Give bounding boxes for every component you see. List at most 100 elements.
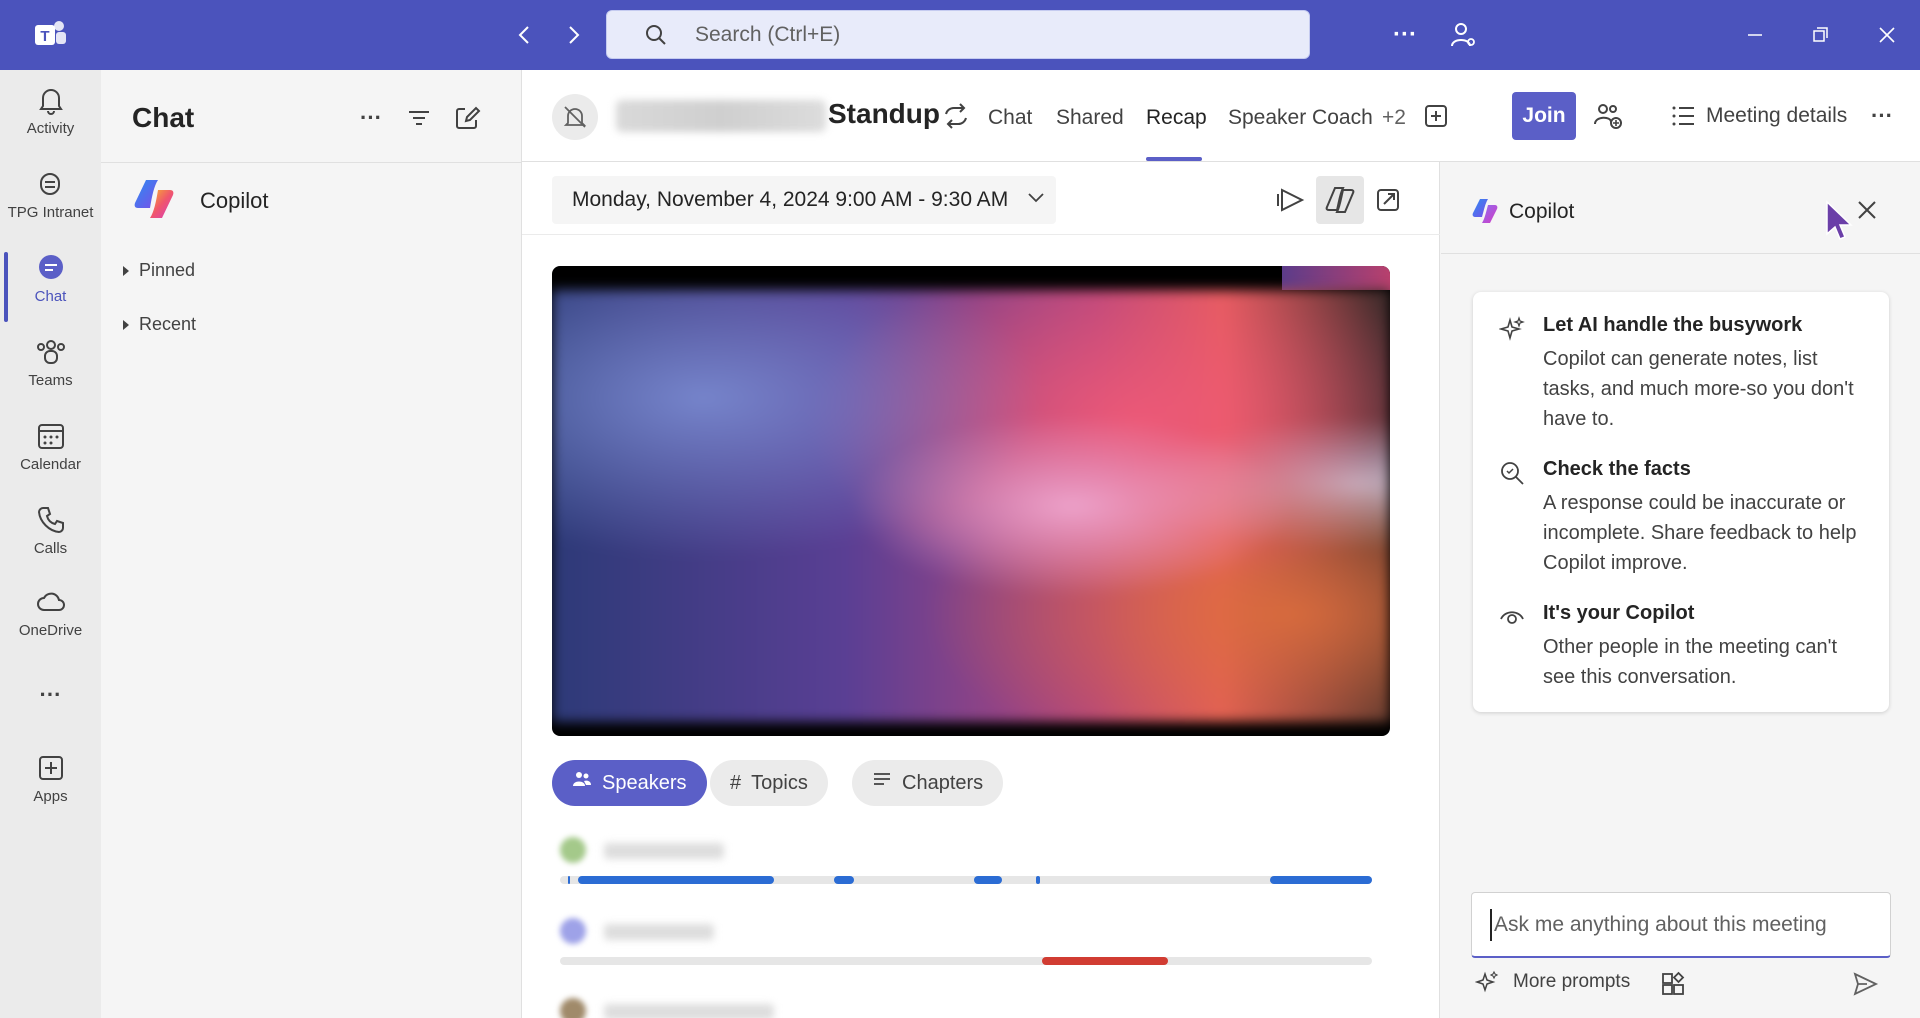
copilot-logo-icon xyxy=(134,180,174,218)
recording-video-player[interactable] xyxy=(552,266,1390,736)
mute-notifications-button[interactable] xyxy=(552,94,598,140)
meeting-details-icon-button[interactable] xyxy=(1668,100,1700,132)
profile-button[interactable] xyxy=(1448,20,1478,50)
video-corner xyxy=(1282,266,1390,290)
person-settings-icon xyxy=(1451,23,1475,47)
copilot-ask-input[interactable] xyxy=(1490,909,1870,941)
rail-item-tpg-intranet[interactable]: TPG Intranet xyxy=(0,168,101,244)
copilot-title: Copilot xyxy=(1509,200,1575,223)
speaker-timeline[interactable] xyxy=(560,957,1372,965)
copilot-icon xyxy=(1325,187,1355,213)
rail-item-chat[interactable]: Chat xyxy=(0,252,101,328)
timeline-segment xyxy=(568,876,570,884)
more-apps-button[interactable]: ··· xyxy=(0,682,101,722)
people-icon xyxy=(573,772,591,786)
timeline-segment xyxy=(834,876,854,884)
teams-logo-icon: T xyxy=(35,21,66,45)
prompt-gallery-icon[interactable] xyxy=(1659,970,1687,998)
chapters-pill[interactable]: Chapters xyxy=(852,760,1004,806)
section-pinned[interactable]: Pinned xyxy=(123,260,195,281)
meeting-details-button[interactable]: Meeting details xyxy=(1706,104,1847,128)
intro-body: Copilot can generate notes, list tasks, … xyxy=(1543,348,1854,430)
intro-item: Let AI handle the busywork Copilot can g… xyxy=(1499,314,1869,434)
bell-icon xyxy=(38,89,63,115)
close-icon[interactable] xyxy=(1853,196,1881,224)
divider xyxy=(101,162,522,163)
search-box[interactable] xyxy=(606,10,1310,59)
pill-label: Chapters xyxy=(902,772,984,794)
speaker-row[interactable] xyxy=(560,918,1380,978)
intro-item: It's your Copilot Other people in the me… xyxy=(1499,602,1869,702)
add-tab-button[interactable] xyxy=(1420,100,1452,132)
tab-recap[interactable]: Recap xyxy=(1146,106,1207,130)
recurring-icon xyxy=(940,100,972,132)
rail-item-apps[interactable]: Apps xyxy=(0,752,101,828)
filter-button[interactable] xyxy=(405,104,433,132)
title-bar: T ··· xyxy=(0,0,1920,70)
timeline-segment xyxy=(974,876,1002,884)
meeting-date-selector[interactable]: Monday, November 4, 2024 9:00 AM - 9:30 … xyxy=(552,176,1056,224)
timeline-segment xyxy=(1042,957,1168,965)
meeting-more-button[interactable]: ··· xyxy=(1866,100,1898,132)
intro-body: Other people in the meeting can't see th… xyxy=(1543,636,1838,688)
rail-item-calendar[interactable]: Calendar xyxy=(0,420,101,496)
eye-icon xyxy=(1500,611,1524,624)
tab-chat[interactable]: Chat xyxy=(988,106,1032,130)
meeting-header: Standup Chat Shared Recap Speaker Coach … xyxy=(522,70,1920,162)
search-input[interactable] xyxy=(695,19,1275,51)
tab-speaker-coach[interactable]: Speaker Coach xyxy=(1228,106,1373,130)
copilot-toggle-button[interactable] xyxy=(1316,176,1364,224)
minimize-icon xyxy=(1748,34,1762,36)
speaker-row[interactable] xyxy=(560,998,1380,1018)
tab-shared[interactable]: Shared xyxy=(1056,106,1124,130)
rail-item-calls[interactable]: Calls xyxy=(0,504,101,580)
more-prompts-button[interactable]: More prompts xyxy=(1475,970,1630,1000)
send-icon[interactable] xyxy=(1851,970,1879,998)
list-icon xyxy=(1672,106,1694,126)
join-button[interactable]: Join xyxy=(1512,92,1576,140)
caret-right-icon xyxy=(123,266,129,277)
rail-label: Calendar xyxy=(20,456,81,473)
rail-label: Apps xyxy=(33,788,68,805)
chat-title: Chat xyxy=(132,102,195,133)
chevron-left-icon xyxy=(518,26,529,44)
more-options-button[interactable]: ··· xyxy=(1390,20,1420,50)
calendar-icon xyxy=(37,424,64,449)
close-window-button[interactable] xyxy=(1872,20,1902,50)
speakers-pill[interactable]: Speakers xyxy=(552,760,707,806)
sparkle-icon xyxy=(1499,316,1525,341)
chat-panel: Chat ··· Copilot Pinned Recent xyxy=(101,70,522,1018)
copilot-ask-box[interactable] xyxy=(1471,892,1891,958)
back-button[interactable] xyxy=(510,20,540,50)
compose-icon xyxy=(456,106,481,129)
sparkle-icon xyxy=(1475,970,1499,993)
pop-out-button[interactable] xyxy=(1364,176,1412,224)
rail-item-activity[interactable]: Activity xyxy=(0,84,101,160)
chat-icon xyxy=(38,255,63,279)
restore-button[interactable] xyxy=(1805,20,1835,50)
close-icon xyxy=(1879,27,1895,43)
forward-button[interactable] xyxy=(558,20,588,50)
restore-icon xyxy=(1813,27,1828,42)
pill-label: Speakers xyxy=(602,772,687,794)
speaker-row[interactable] xyxy=(560,837,1380,897)
play-recording-button[interactable] xyxy=(1268,176,1316,224)
rail-item-onedrive[interactable]: OneDrive xyxy=(0,586,101,662)
more-prompts-label: More prompts xyxy=(1513,971,1631,993)
rail-label: Chat xyxy=(34,288,67,305)
invite-people-button[interactable] xyxy=(1592,100,1624,132)
video-frame-blurred xyxy=(552,290,1390,722)
copilot-chat-item[interactable]: Copilot xyxy=(132,174,502,226)
speaker-timeline[interactable] xyxy=(560,876,1372,884)
section-label: Pinned xyxy=(139,260,196,280)
chat-more-button[interactable]: ··· xyxy=(357,104,385,132)
new-chat-button[interactable] xyxy=(453,104,481,132)
topics-pill[interactable]: # Topics xyxy=(710,760,828,806)
minimize-button[interactable] xyxy=(1740,20,1770,50)
rail-label: Activity xyxy=(26,120,75,137)
hashtag-icon: # xyxy=(730,772,742,794)
teams-icon xyxy=(36,340,65,364)
rail-item-teams[interactable]: Teams xyxy=(0,336,101,412)
tab-more[interactable]: +2 xyxy=(1382,106,1406,130)
section-recent[interactable]: Recent xyxy=(123,314,196,335)
